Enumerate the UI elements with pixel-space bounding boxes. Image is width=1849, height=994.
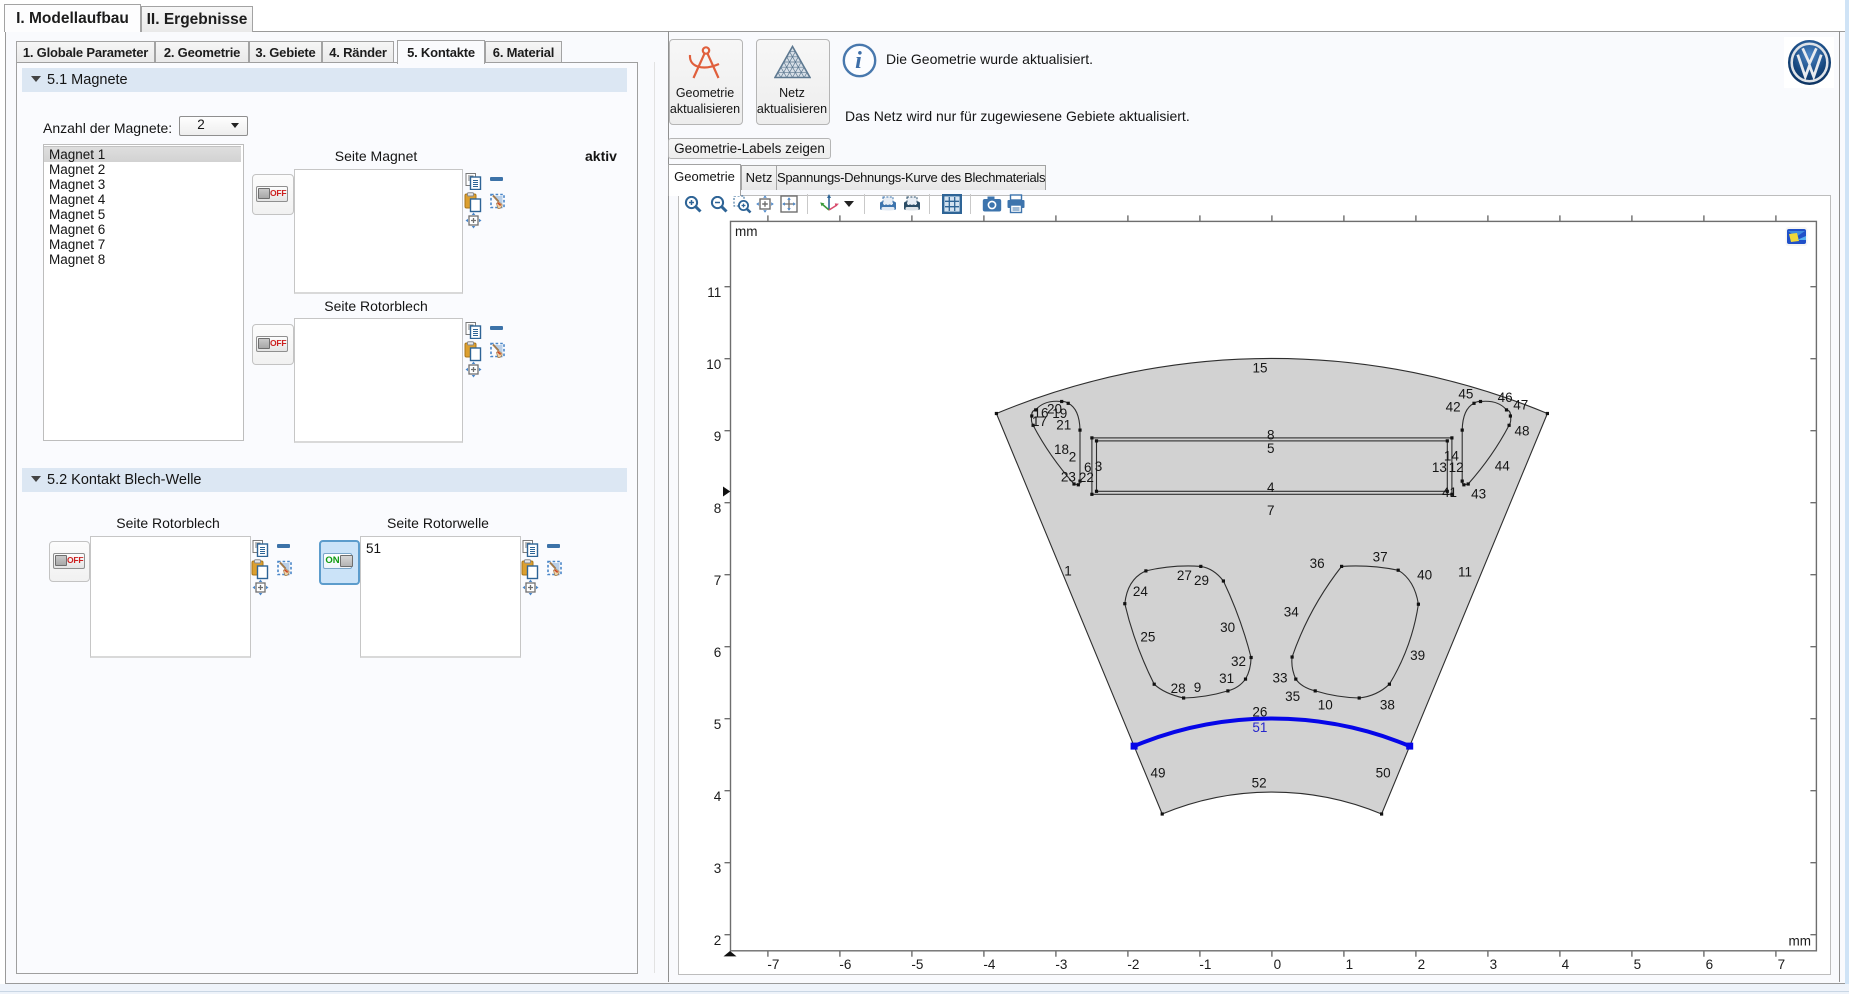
svg-text:44: 44 [1495,459,1511,474]
svg-text:39: 39 [1410,648,1425,663]
svg-text:7: 7 [1267,503,1275,518]
svg-text:10: 10 [706,357,721,372]
svg-text:6: 6 [1706,957,1714,972]
svg-text:mm: mm [1789,934,1812,949]
svg-text:4: 4 [1562,957,1570,972]
svg-text:46: 46 [1498,390,1513,405]
svg-text:i: i [855,48,862,74]
svg-text:25: 25 [1140,630,1155,645]
svg-text:11: 11 [1458,565,1472,580]
svg-text:32: 32 [1231,654,1246,669]
svg-text:4: 4 [1267,480,1275,495]
svg-text:28: 28 [1171,681,1186,696]
svg-text:-6: -6 [839,957,851,972]
svg-text:11: 11 [707,285,721,300]
svg-text:7: 7 [714,573,722,588]
svg-text:-2: -2 [1127,957,1139,972]
svg-text:-3: -3 [1055,957,1067,972]
svg-text:9: 9 [1194,680,1202,695]
svg-text:45: 45 [1458,386,1473,401]
svg-text:48: 48 [1514,423,1529,438]
svg-text:52: 52 [1252,775,1267,790]
svg-text:42: 42 [1446,400,1461,415]
svg-text:49: 49 [1150,765,1165,780]
svg-text:23: 23 [1061,470,1076,485]
svg-text:-1: -1 [1199,957,1211,972]
svg-text:5: 5 [1634,957,1642,972]
svg-text:50: 50 [1376,765,1391,780]
svg-text:3: 3 [1095,459,1103,474]
svg-text:9: 9 [714,429,722,444]
svg-text:17: 17 [1032,414,1047,429]
svg-text:26: 26 [1252,704,1267,719]
svg-text:-4: -4 [983,957,995,972]
svg-text:3: 3 [714,861,722,876]
svg-text:33: 33 [1272,671,1287,686]
svg-text:12: 12 [1449,460,1464,475]
svg-text:36: 36 [1310,556,1325,571]
svg-text:24: 24 [1133,584,1149,599]
svg-text:22: 22 [1079,470,1094,485]
svg-text:1: 1 [1346,957,1354,972]
svg-text:7: 7 [1778,957,1786,972]
svg-text:15: 15 [1252,361,1267,376]
svg-text:mm: mm [735,224,758,239]
svg-text:47: 47 [1513,397,1528,412]
svg-text:8: 8 [714,501,722,516]
svg-text:0: 0 [1274,957,1282,972]
svg-text:31: 31 [1219,671,1234,686]
svg-text:3: 3 [1490,957,1498,972]
svg-text:5: 5 [1267,441,1275,456]
svg-text:6: 6 [714,645,722,660]
svg-text:4: 4 [714,789,722,804]
svg-text:2: 2 [714,933,722,948]
svg-text:2: 2 [1069,449,1077,464]
svg-text:5: 5 [714,717,722,732]
svg-text:29: 29 [1194,573,1209,588]
svg-text:2: 2 [1418,957,1426,972]
svg-text:34: 34 [1284,604,1300,619]
svg-text:18: 18 [1054,442,1069,457]
svg-text:37: 37 [1373,550,1388,565]
svg-text:-7: -7 [767,957,779,972]
svg-text:-5: -5 [911,957,923,972]
svg-text:1: 1 [1064,564,1072,579]
svg-text:41: 41 [1442,485,1457,500]
svg-text:38: 38 [1380,697,1395,712]
svg-text:35: 35 [1285,689,1300,704]
svg-text:10: 10 [1318,697,1333,712]
svg-text:27: 27 [1177,568,1192,583]
svg-text:13: 13 [1432,460,1447,475]
svg-text:51: 51 [1252,720,1267,735]
svg-text:40: 40 [1417,567,1432,582]
svg-text:21: 21 [1056,418,1071,433]
svg-text:30: 30 [1220,620,1235,635]
svg-text:43: 43 [1471,486,1486,501]
